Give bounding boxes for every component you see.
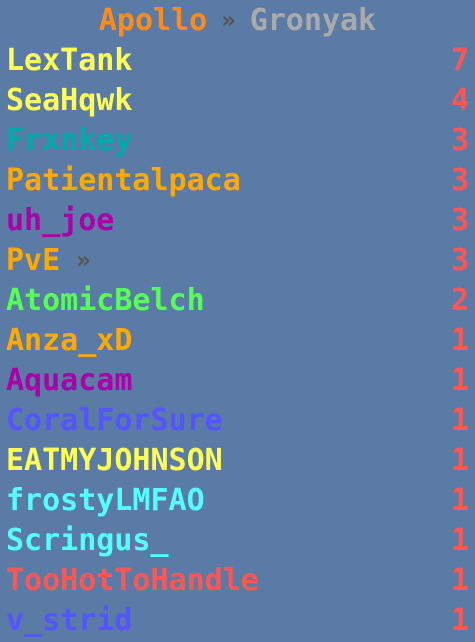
scoreboard-row: frostyLMFAO 1 <box>6 480 469 520</box>
player-name: Aquacam <box>6 362 133 398</box>
server-name: Apollo <box>98 2 208 38</box>
player-score: 1 <box>450 322 469 358</box>
scoreboard-title: Apollo » Gronyak <box>6 0 469 40</box>
player-entry: TooHotToHandle <box>6 563 259 598</box>
game-mode-name: Gronyak <box>249 2 377 38</box>
scoreboard-row: uh_joe 3 <box>6 200 469 240</box>
player-name: frostyLMFAO <box>6 482 205 518</box>
player-score: 1 <box>450 482 469 518</box>
scoreboard-row: AtomicBelch 2 <box>6 280 469 320</box>
scoreboard-row: Scringus_ 1 <box>6 520 469 560</box>
scoreboard: Apollo » Gronyak LexTank 7 SeaHqwk 4 Frxnkey… <box>0 0 475 642</box>
player-score: 3 <box>450 162 469 198</box>
player-score: 1 <box>450 522 469 558</box>
player-score: 1 <box>450 602 469 638</box>
player-score: 1 <box>450 562 469 598</box>
scoreboard-list: LexTank 7 SeaHqwk 4 Frxnkey 3 Patientalpaca 3 uh… <box>6 40 469 640</box>
scoreboard-row: Frxnkey 3 <box>6 120 469 160</box>
player-entry: Patientalpaca <box>6 163 241 198</box>
player-name: v_strid <box>6 602 133 638</box>
scoreboard-row: Patientalpaca 3 <box>6 160 469 200</box>
title-separator-icon: » <box>221 6 236 34</box>
player-entry: v_strid <box>6 603 132 638</box>
player-name: uh_joe <box>6 202 115 238</box>
scoreboard-row: Aquacam 1 <box>6 360 469 400</box>
scoreboard-row: TooHotToHandle 1 <box>6 560 469 600</box>
scoreboard-row: CoralForSure 1 <box>6 400 469 440</box>
player-entry: LexTank <box>6 43 132 78</box>
player-entry: SeaHqwk <box>6 83 132 118</box>
player-score: 1 <box>450 362 469 398</box>
player-name: TooHotToHandle <box>6 562 259 598</box>
player-suffix-icon: » <box>76 246 91 274</box>
player-score: 3 <box>450 242 469 278</box>
player-entry: CoralForSure <box>6 403 223 438</box>
player-score: 1 <box>450 402 469 438</box>
player-entry: Frxnkey <box>6 123 132 158</box>
player-score: 4 <box>450 82 469 118</box>
player-name: PvE <box>6 242 61 278</box>
player-entry: EATMYJOHNSON <box>6 443 223 478</box>
player-entry: AtomicBelch <box>6 283 205 318</box>
player-name: EATMYJOHNSON <box>6 442 223 478</box>
player-entry: frostyLMFAO <box>6 483 205 518</box>
player-name: Scringus_ <box>6 522 169 558</box>
player-name: LexTank <box>6 42 133 78</box>
player-name: Patientalpaca <box>6 162 241 198</box>
scoreboard-row: EATMYJOHNSON 1 <box>6 440 469 480</box>
player-name: Frxnkey <box>6 122 133 158</box>
player-name: SeaHqwk <box>6 82 133 118</box>
player-score: 7 <box>450 42 469 78</box>
scoreboard-row: Anza_xD 1 <box>6 320 469 360</box>
player-name: AtomicBelch <box>6 282 205 318</box>
scoreboard-row: PvE » 3 <box>6 240 469 280</box>
scoreboard-row: LexTank 7 <box>6 40 469 80</box>
player-entry: uh_joe <box>6 203 114 238</box>
player-name: CoralForSure <box>6 402 223 438</box>
player-score: 3 <box>450 122 469 158</box>
player-entry: Scringus_ <box>6 523 169 558</box>
player-score: 1 <box>450 442 469 478</box>
scoreboard-row: SeaHqwk 4 <box>6 80 469 120</box>
player-entry: Aquacam <box>6 363 132 398</box>
scoreboard-row: v_strid 1 <box>6 600 469 640</box>
player-entry: Anza_xD <box>6 323 132 358</box>
player-entry: PvE » <box>6 243 91 278</box>
player-score: 2 <box>450 282 469 318</box>
player-name: Anza_xD <box>6 322 133 358</box>
player-score: 3 <box>450 202 469 238</box>
